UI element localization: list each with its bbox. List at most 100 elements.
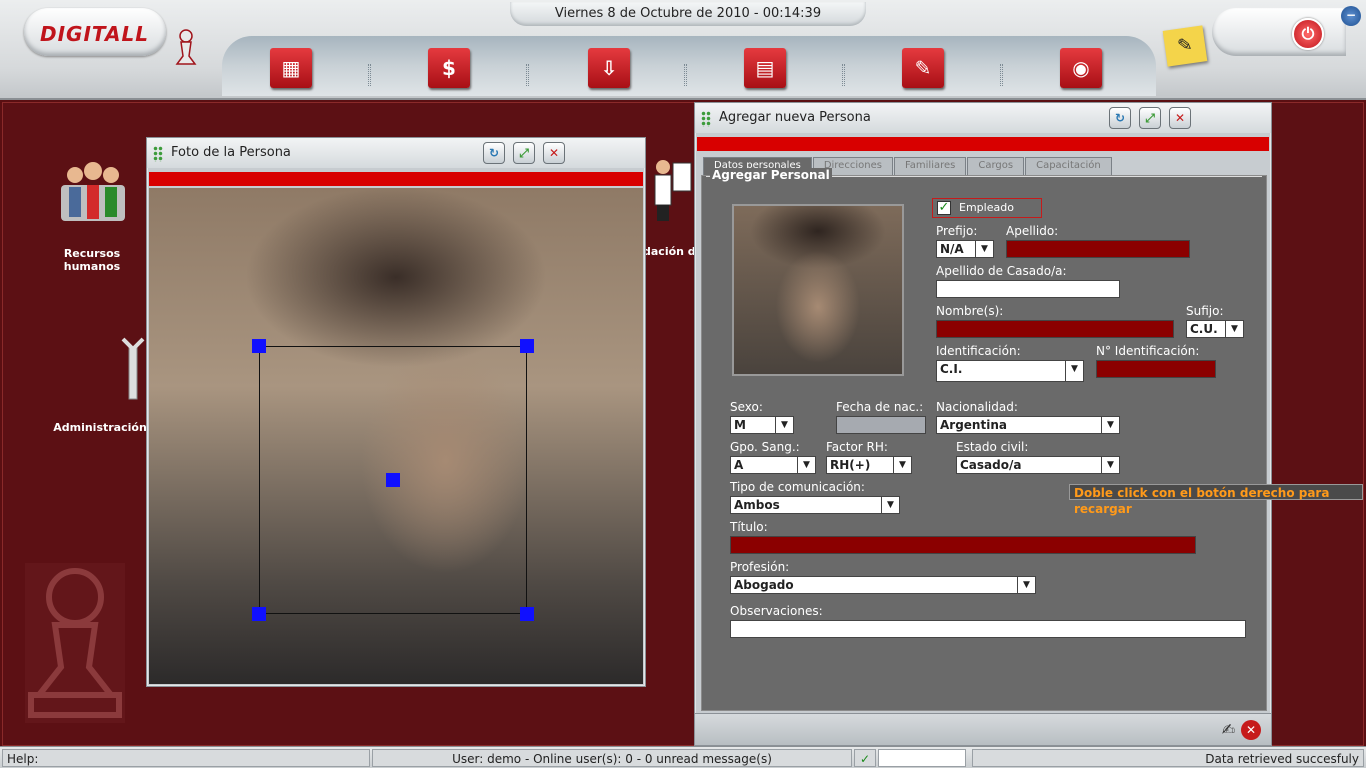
crop-handle-center[interactable] xyxy=(386,473,400,487)
close-button[interactable]: ✕ xyxy=(1169,107,1191,129)
identificacion-value: C.I. xyxy=(940,362,963,376)
crop-handle-bottom-left[interactable] xyxy=(252,607,266,621)
apellido-field[interactable] xyxy=(1006,240,1190,258)
minimize-icon[interactable]: − xyxy=(1341,6,1361,26)
chevron-down-icon[interactable]: ▼ xyxy=(975,241,993,257)
people-icon[interactable] xyxy=(59,159,127,225)
sexo-value: M xyxy=(734,418,746,432)
identificacion-select[interactable]: C.I. ▼ xyxy=(936,360,1084,382)
org-chart-icon[interactable]: ▤ xyxy=(744,48,786,88)
check-icon[interactable]: ✓ xyxy=(937,201,951,215)
maximize-button[interactable]: ⤢ xyxy=(513,142,535,164)
photo-window-redbar xyxy=(149,172,643,186)
nav-separator xyxy=(368,64,371,86)
crop-handle-top-right[interactable] xyxy=(520,339,534,353)
profesion-select[interactable]: Abogado ▼ xyxy=(730,576,1036,594)
factor-rh-label: Factor RH: xyxy=(826,440,888,454)
sufijo-select[interactable]: C.U. ▼ xyxy=(1186,320,1244,338)
profesion-label: Profesión: xyxy=(730,560,790,574)
grip-icon[interactable] xyxy=(153,146,163,162)
cancel-icon[interactable]: ✕ xyxy=(1241,720,1261,740)
progress-field xyxy=(878,749,966,767)
nav-separator xyxy=(684,64,687,86)
tab-capacitacion[interactable]: Capacitación xyxy=(1025,157,1112,175)
photo-window: Foto de la Persona ↻ ⤢ ✕ xyxy=(146,137,646,687)
tools-icon[interactable] xyxy=(119,337,149,403)
estado-civil-value: Casado/a xyxy=(960,458,1022,472)
apellido-casado-label: Apellido de Casado/a: xyxy=(936,264,1067,278)
person-photo-editor[interactable] xyxy=(149,188,643,684)
sexo-label: Sexo: xyxy=(730,400,763,414)
power-icon[interactable]: ⏻ xyxy=(1292,18,1324,50)
power-container xyxy=(1212,8,1346,56)
estado-civil-select[interactable]: Casado/a ▼ xyxy=(956,456,1120,474)
nro-identificacion-field[interactable] xyxy=(1096,360,1216,378)
add-person-window: Agregar nueva Persona ↻ ⤢ ✕ Datos person… xyxy=(694,102,1272,746)
desktop-label-recursos[interactable]: Recursos humanos xyxy=(47,247,137,273)
money-icon[interactable]: $ xyxy=(428,48,470,88)
maximize-button[interactable]: ⤢ xyxy=(1139,107,1161,129)
pawn-watermark-icon xyxy=(25,563,125,723)
desktop-label-administracion[interactable]: Administración xyxy=(53,421,147,434)
photo-window-titlebar[interactable]: Foto de la Persona xyxy=(147,138,645,168)
chevron-down-icon[interactable]: ▼ xyxy=(1101,417,1119,433)
sufijo-value: C.U. xyxy=(1190,322,1218,336)
main-nav xyxy=(222,36,1156,96)
apellido-casado-field[interactable] xyxy=(936,280,1120,298)
employee-icon[interactable] xyxy=(651,159,695,225)
status-message: Data retrieved succesfuly xyxy=(972,749,1364,767)
chevron-down-icon[interactable]: ▼ xyxy=(1065,361,1083,381)
chevron-down-icon[interactable]: ▼ xyxy=(1225,321,1243,337)
help-text: Help: xyxy=(2,749,370,767)
observaciones-field[interactable] xyxy=(730,620,1246,638)
tipo-comunicacion-select[interactable]: Ambos ▼ xyxy=(730,496,900,514)
person-photo-thumbnail[interactable] xyxy=(732,204,904,376)
save-icon[interactable]: ✍ xyxy=(1222,720,1235,739)
apellido-label: Apellido: xyxy=(1006,224,1059,238)
observaciones-label: Observaciones: xyxy=(730,604,823,618)
crop-handle-bottom-right[interactable] xyxy=(520,607,534,621)
grip-icon[interactable] xyxy=(701,111,711,127)
datetime-display: Viernes 8 de Octubre de 2010 - 00:14:39 xyxy=(510,2,866,26)
chevron-down-icon[interactable]: ▼ xyxy=(893,457,911,473)
identificacion-label: Identificación: xyxy=(936,344,1021,358)
empleado-checkbox[interactable]: ✓ Empleado xyxy=(932,198,1042,218)
photo-window-title: Foto de la Persona xyxy=(171,145,291,160)
nacionalidad-select[interactable]: Argentina ▼ xyxy=(936,416,1120,434)
chevron-down-icon[interactable]: ▼ xyxy=(1017,577,1035,593)
prefijo-select[interactable]: N/A ▼ xyxy=(936,240,994,258)
estado-civil-label: Estado civil: xyxy=(956,440,1029,454)
nacionalidad-label: Nacionalidad: xyxy=(936,400,1018,414)
calculator-icon[interactable]: ▦ xyxy=(270,48,312,88)
tab-cargos[interactable]: Cargos xyxy=(967,157,1025,175)
person-window-redbar xyxy=(697,137,1269,151)
refresh-button[interactable]: ↻ xyxy=(483,142,505,164)
chevron-down-icon[interactable]: ▼ xyxy=(797,457,815,473)
group-title: Agregar Personal xyxy=(710,168,832,182)
pin-icon[interactable]: ◉ xyxy=(1060,48,1102,88)
titulo-field[interactable] xyxy=(730,536,1196,554)
nombres-field[interactable] xyxy=(936,320,1174,338)
status-bar: Help: User: demo - Online user(s): 0 - 0… xyxy=(0,746,1366,768)
top-bar: DIGITALL Viernes 8 de Octubre de 2010 - … xyxy=(0,0,1366,100)
download-icon[interactable]: ⇩ xyxy=(588,48,630,88)
tipo-comunicacion-value: Ambos xyxy=(734,498,780,512)
chevron-down-icon[interactable]: ▼ xyxy=(1101,457,1119,473)
refresh-button[interactable]: ↻ xyxy=(1109,107,1131,129)
nav-separator xyxy=(842,64,845,86)
fecha-nac-field[interactable] xyxy=(836,416,926,434)
pawn-icon[interactable] xyxy=(172,28,200,70)
form-toolbar: ✍ ✕ xyxy=(695,713,1271,745)
person-window-title: Agregar nueva Persona xyxy=(719,110,871,125)
tab-familiares[interactable]: Familiares xyxy=(893,157,967,175)
chevron-down-icon[interactable]: ▼ xyxy=(881,497,899,513)
sexo-select[interactable]: M ▼ xyxy=(730,416,794,434)
close-button[interactable]: ✕ xyxy=(543,142,565,164)
gpo-sang-select[interactable]: A ▼ xyxy=(730,456,816,474)
crop-handle-top-left[interactable] xyxy=(252,339,266,353)
factor-rh-select[interactable]: RH(+) ▼ xyxy=(826,456,912,474)
sticky-note-icon[interactable]: ✎ xyxy=(1162,25,1208,67)
form-panel: Agregar Personal ✓ Empleado Prefijo: N/A… xyxy=(701,168,1267,711)
document-icon[interactable]: ✎ xyxy=(902,48,944,88)
chevron-down-icon[interactable]: ▼ xyxy=(775,417,793,433)
